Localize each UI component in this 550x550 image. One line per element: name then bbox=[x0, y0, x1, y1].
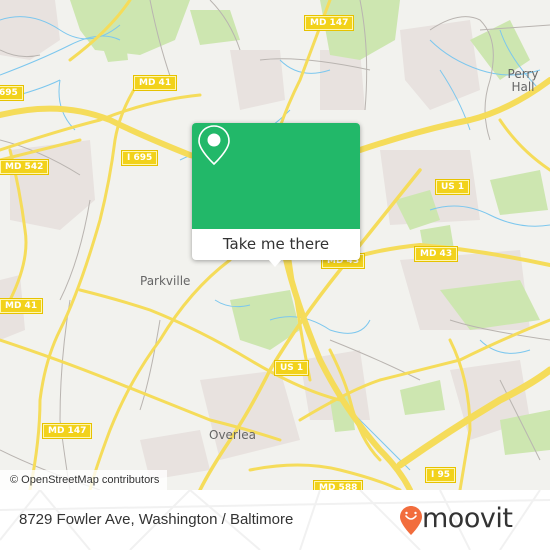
take-me-there-button[interactable]: Take me there bbox=[192, 229, 360, 260]
location-pin-icon bbox=[198, 125, 230, 166]
map[interactable]: MD 147 MD 41 695 I 695 MD 542 US 1 MD 43… bbox=[0, 0, 550, 490]
moovit-logo: moovit bbox=[400, 502, 540, 538]
location-popup: Take me there bbox=[192, 123, 360, 267]
road-shield-md147-top: MD 147 bbox=[303, 15, 355, 31]
place-label-perry-hall: Perry Hall bbox=[507, 67, 539, 94]
popup-pointer bbox=[268, 259, 282, 267]
footer-bar: 8729 Fowler Ave, Washington / Baltimore … bbox=[0, 490, 550, 550]
road-shield-md147-bottom: MD 147 bbox=[41, 423, 93, 439]
place-label-overlea: Overlea bbox=[209, 428, 256, 442]
road-shield-us1-top: US 1 bbox=[434, 179, 471, 195]
road-shield-md41-left: MD 41 bbox=[0, 298, 44, 314]
road-shield-md43: MD 43 bbox=[413, 246, 459, 262]
road-shield-i95: I 95 bbox=[424, 467, 457, 483]
road-shield-i695: I 695 bbox=[120, 150, 159, 166]
moovit-smile-pin-icon bbox=[400, 506, 422, 535]
road-shield-md41-top: MD 41 bbox=[132, 75, 178, 91]
place-label-parkville: Parkville bbox=[140, 274, 191, 288]
road-shield-695-left: 695 bbox=[0, 85, 24, 101]
address-text: 8729 Fowler Ave, Washington / Baltimore bbox=[19, 511, 294, 528]
road-shield-us1-mid: US 1 bbox=[273, 360, 310, 376]
brand-name: moovit bbox=[422, 503, 513, 534]
popup-header bbox=[192, 123, 360, 229]
road-shield-md542: MD 542 bbox=[0, 159, 50, 175]
map-attribution[interactable]: © OpenStreetMap contributors bbox=[0, 470, 168, 490]
road-shield-md588: MD 588 bbox=[312, 480, 364, 490]
